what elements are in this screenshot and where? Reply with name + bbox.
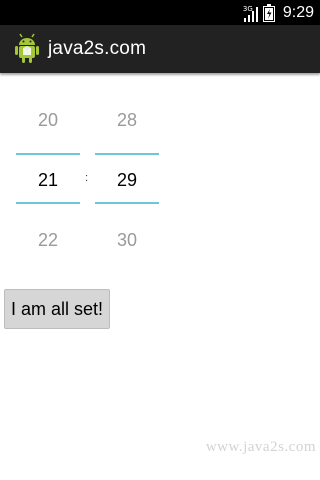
action-bar: java2s.com — [0, 25, 320, 73]
status-icons: 3G 9:29 — [243, 0, 314, 25]
minute-picker[interactable]: 28 29 30 — [95, 90, 159, 270]
hour-divider-bottom — [16, 202, 80, 204]
watermark-text: www.java2s.com — [205, 439, 316, 455]
minute-next-value[interactable]: 30 — [95, 230, 159, 251]
app-title: java2s.com — [48, 38, 147, 59]
hour-picker[interactable]: 20 21 22 — [16, 90, 80, 270]
minute-prev-value[interactable]: 28 — [95, 110, 159, 131]
hour-prev-value[interactable]: 20 — [16, 110, 80, 131]
minute-current-value[interactable]: 29 — [95, 170, 159, 191]
hour-current-value[interactable]: 21 — [16, 170, 80, 191]
signal-indicator: 3G — [243, 4, 259, 22]
android-icon — [15, 33, 39, 63]
minute-divider-bottom — [95, 202, 159, 204]
hour-next-value[interactable]: 22 — [16, 230, 80, 251]
hour-divider-top — [16, 153, 80, 155]
status-clock: 9:29 — [282, 4, 314, 21]
status-bar: 3G 9:29 — [0, 0, 320, 25]
network-type-label: 3G — [242, 4, 253, 13]
all-set-button[interactable]: I am all set! — [4, 289, 110, 329]
battery-icon — [262, 3, 275, 22]
time-separator: : — [85, 172, 89, 184]
minute-divider-top — [95, 153, 159, 155]
